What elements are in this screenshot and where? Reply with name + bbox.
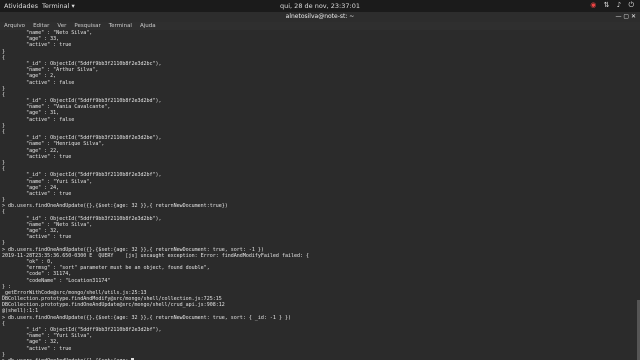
chrome-icon[interactable]: ◉ (590, 1, 596, 9)
menu-item-editar[interactable]: Editar (33, 23, 49, 29)
menu-item-ver[interactable]: Ver (57, 23, 66, 29)
terminal-line-text: "code" : 31174, (2, 271, 72, 278)
terminal-line-text: "name" : "Neto Silva", (2, 221, 93, 228)
terminal-line-text: { (2, 166, 6, 173)
terminal-line-text: "_id" : ObjectId("5ddff9bb3f2110b8f2e3d2… (2, 60, 162, 67)
terminal-line-text: DBCollection.prototype.findOneAndUpdate@… (2, 302, 225, 309)
network-icon[interactable]: ⇅ (604, 1, 610, 9)
terminal-line-text: "active" : false (2, 79, 75, 86)
volume-icon[interactable]: ♪ (617, 1, 621, 9)
terminal-line-text: "name" : "Yuri Silva", (2, 333, 93, 340)
terminal-line-text: "age" : 32, (2, 228, 60, 234)
terminal-line-text: "_id" : ObjectId("5ddff9bb3f2110b8f2e3d2… (2, 98, 162, 105)
terminal-line-text: "active" : true (2, 153, 72, 160)
window-controls[interactable]: — ▢ ✕ (615, 12, 636, 22)
terminal-line-text: { (2, 91, 6, 98)
terminal-line-text: { (2, 320, 6, 327)
terminal-line-text: } (2, 122, 6, 129)
terminal-line-text: { (2, 129, 6, 135)
terminal-line-text: "name" : "Vania Cavalcante", (2, 104, 111, 111)
terminal-line-text: } (2, 159, 6, 166)
terminal-line-text: "active" : true (2, 42, 72, 49)
terminal-line-text: > db.users.findOneAndUpdate({},{$set:{ag… (2, 203, 228, 210)
power-icon[interactable]: ⏻ (628, 1, 634, 9)
terminal-line-text: } (2, 351, 6, 358)
menu-item-arquivo[interactable]: Arquivo (4, 23, 25, 29)
terminal-line-text: "_id" : ObjectId("5ddff9bb3f2110b8f2e3d2… (2, 327, 162, 333)
menu-item-ajuda[interactable]: Ajuda (140, 23, 156, 29)
terminal-line-text: "active" : true (2, 234, 72, 241)
terminal-line-text: "ok" : 0, (2, 258, 54, 265)
terminal-line-text: _getErrorWithCode@src/mongo/shell/utils.… (2, 289, 147, 296)
terminal-line-text: "age" : 31, (2, 110, 60, 117)
terminal-line-text: > db.users.findOneAndUpdate({},{$set:{ag… (2, 246, 264, 253)
terminal-line-text: DBCollection.prototype.findAndModify@src… (2, 296, 222, 303)
menu-bar: Arquivo Editar Ver Pesquisar Terminal Ajuda (0, 22, 640, 30)
terminal-line-text: "codeName" : "Location31174" (2, 277, 111, 284)
terminal-line-text: { (2, 209, 6, 216)
terminal-line-text: "active" : false (2, 116, 75, 123)
terminal-line-text: "name" : "Arthur Silva", (2, 67, 99, 74)
terminal-line-text: } : (2, 283, 12, 290)
terminal-line-text: "_id" : ObjectId("5ddff9bb3f2110b8f2e3d2… (2, 172, 162, 179)
terminal-line-text: > db.users.findOneAndUpdate({},{$set:{ag… (2, 314, 291, 321)
clock[interactable]: qui, 28 de nov, 23:37:01 (0, 2, 640, 10)
terminal-line-text: @(shell):1:1 (2, 308, 39, 315)
terminal-line-text: "name" : "Yuri Silva", (2, 178, 93, 185)
terminal-line-text: "_id" : ObjectId("5ddff9bb3f2110b8f2e3d2… (2, 215, 162, 222)
terminal-line-text: "active" : true (2, 345, 72, 352)
system-top-bar: Atividades Terminal ▾ qui, 28 de nov, 23… (0, 0, 640, 12)
menu-item-pesquisar[interactable]: Pesquisar (74, 23, 100, 29)
terminal-line-text: } (2, 85, 6, 92)
terminal-line-text: } (2, 197, 6, 204)
window-title: alnetosilva@note-st: ~ (285, 13, 355, 20)
terminal-line-text: } (2, 48, 6, 55)
terminal-line-text: "age" : 33, (2, 36, 60, 43)
terminal-line-text: "age" : 2, (2, 73, 57, 80)
terminal-line-text: } (2, 240, 6, 247)
terminal-line-text: "errmsg" : "sort" parameter must be an o… (2, 265, 210, 272)
terminal-line-text: "age" : 24, (2, 184, 60, 191)
terminal-line-text: { (2, 54, 6, 61)
window-title-bar[interactable]: alnetosilva@note-st: ~ — ▢ ✕ (0, 12, 640, 22)
terminal-output[interactable]: "name" : "Neto Silva", "age" : 33, "acti… (0, 30, 640, 360)
system-tray[interactable]: ◉ ⇅ ♪ ⏻ (585, 1, 634, 10)
menu-item-terminal[interactable]: Terminal (109, 23, 132, 29)
terminal-line-text: "name" : "Henrique Silva", (2, 141, 105, 148)
terminal-line-text: "age" : 32, (2, 339, 60, 346)
terminal-line-text: "name" : "Neto Silva", (2, 30, 93, 36)
terminal-line-text: "active" : true (2, 190, 72, 197)
terminal-line-text: "age" : 22, (2, 147, 60, 154)
terminal-line-text: 2019-11-28T23:35:36.650-0300 E QUERY [js… (2, 252, 310, 259)
terminal-line-text: "_id" : ObjectId("5ddff9bb3f2110b8f2e3d2… (2, 135, 162, 142)
